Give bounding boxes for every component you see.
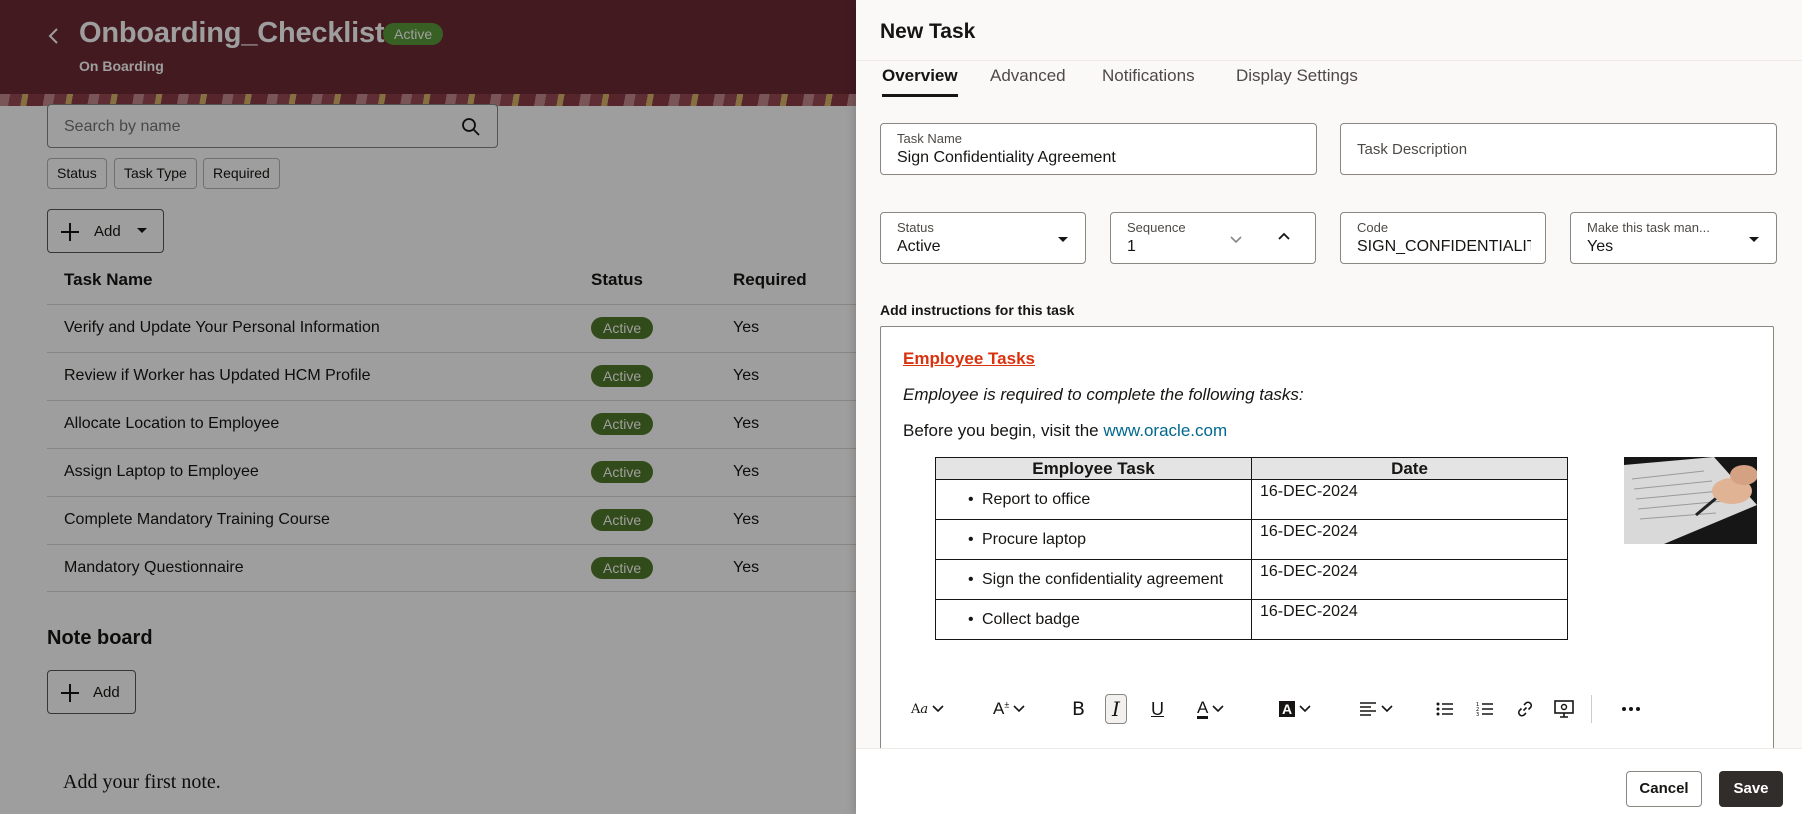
task-description-placeholder: Task Description: [1357, 141, 1468, 158]
mandatory-value: Yes: [1587, 238, 1614, 255]
editor-toolbar: Aa A± B I U A A 1 2 3: [881, 687, 1773, 731]
table-cell-task: Procure laptop: [935, 519, 1252, 560]
table-row: Collect badge 16-DEC-2024: [935, 599, 1568, 640]
bullet-list-icon[interactable]: [1436, 694, 1454, 724]
tab-display-settings[interactable]: Display Settings: [1236, 66, 1358, 94]
drawer-tabs: Overview Advanced Notifications Display …: [856, 60, 1802, 98]
table-row: Report to office 16-DEC-2024: [935, 479, 1568, 520]
drawer-title: New Task: [880, 20, 976, 43]
tab-overview[interactable]: Overview: [882, 66, 958, 97]
table-cell-task: Report to office: [935, 479, 1252, 520]
status-label: Status: [897, 220, 934, 235]
table-cell-task: Collect badge: [935, 599, 1252, 640]
drawer-footer: Cancel Save: [856, 748, 1802, 814]
tab-advanced[interactable]: Advanced: [990, 66, 1066, 94]
status-value: Active: [897, 238, 941, 255]
status-select[interactable]: Status Active: [880, 212, 1086, 264]
sequence-value[interactable]: 1: [1127, 238, 1136, 256]
bold-icon[interactable]: B: [1072, 694, 1085, 724]
editor-heading: Employee Tasks: [903, 349, 1035, 368]
table-cell-date: 16-DEC-2024: [1251, 599, 1568, 640]
task-name-value[interactable]: Sign Confidentiality Agreement: [897, 149, 1116, 167]
table-cell-date: 16-DEC-2024: [1251, 519, 1568, 560]
caret-down-icon[interactable]: [1057, 235, 1069, 245]
increment-chevron-icon[interactable]: [1277, 230, 1291, 244]
code-value[interactable]: SIGN_CONFIDENTIALITY_AGREEMENT: [1357, 238, 1531, 256]
svg-text:3: 3: [1476, 712, 1479, 717]
text-color-icon[interactable]: A: [1197, 694, 1224, 724]
employee-task-table: Employee Task Date Report to office 16-D…: [935, 457, 1568, 640]
caret-down-icon[interactable]: [1748, 235, 1760, 245]
code-label: Code: [1357, 220, 1389, 235]
toolbar-divider: [1591, 695, 1592, 723]
table-cell-date: 16-DEC-2024: [1251, 479, 1568, 520]
code-field[interactable]: Code SIGN_CONFIDENTIALITY_AGREEMENT: [1340, 212, 1546, 264]
table-header-date: Date: [1251, 457, 1568, 480]
table-cell-date: 16-DEC-2024: [1251, 559, 1568, 600]
task-description-field[interactable]: Task Description: [1340, 123, 1777, 175]
drawer-header: New Task: [856, 0, 1802, 60]
instructions-label: Add instructions for this task: [880, 302, 1075, 318]
task-name-field[interactable]: Task Name Sign Confidentiality Agreement: [880, 123, 1317, 175]
mandatory-select[interactable]: Make this task man... Yes: [1570, 212, 1777, 264]
underline-icon[interactable]: U: [1151, 694, 1164, 724]
highlight-color-icon[interactable]: A: [1279, 694, 1311, 724]
signing-document-image[interactable]: [1624, 457, 1757, 544]
cancel-button[interactable]: Cancel: [1626, 771, 1702, 807]
numbered-list-icon[interactable]: 123: [1476, 694, 1494, 724]
align-icon[interactable]: [1359, 694, 1393, 724]
checklist-page: Onboarding_Checklist Active On Boarding …: [0, 0, 856, 814]
table-row: Procure laptop 16-DEC-2024: [935, 519, 1568, 560]
oracle-link[interactable]: www.oracle.com: [1103, 421, 1227, 440]
visit-prefix: Before you begin, visit the: [903, 421, 1099, 440]
font-size-icon[interactable]: A±: [993, 694, 1025, 724]
tab-notifications[interactable]: Notifications: [1102, 66, 1195, 94]
table-header-task: Employee Task: [935, 457, 1252, 480]
editor-visit-line: Before you begin, visit the www.oracle.c…: [903, 421, 1227, 441]
sequence-label: Sequence: [1127, 220, 1186, 235]
save-button[interactable]: Save: [1719, 771, 1783, 807]
italic-icon[interactable]: I: [1105, 694, 1127, 724]
table-cell-task: Sign the confidentiality agreement: [935, 559, 1252, 600]
sequence-stepper[interactable]: Sequence 1: [1110, 212, 1316, 264]
modal-scrim[interactable]: [0, 0, 856, 814]
more-icon[interactable]: [1621, 694, 1641, 724]
task-name-label: Task Name: [897, 131, 963, 146]
decrement-chevron-icon[interactable]: [1229, 232, 1243, 246]
rich-text-editor[interactable]: Employee Tasks Employee is required to c…: [880, 326, 1774, 750]
mandatory-label: Make this task man...: [1587, 220, 1710, 235]
link-icon[interactable]: [1516, 694, 1534, 724]
font-family-icon[interactable]: Aa: [911, 694, 944, 724]
table-row: Sign the confidentiality agreement 16-DE…: [935, 559, 1568, 600]
insert-image-icon[interactable]: [1554, 694, 1574, 724]
drawer-body: Task Name Sign Confidentiality Agreement…: [856, 98, 1802, 750]
new-task-drawer: New Task Overview Advanced Notifications…: [856, 0, 1802, 814]
editor-intro: Employee is required to complete the fol…: [903, 385, 1304, 404]
